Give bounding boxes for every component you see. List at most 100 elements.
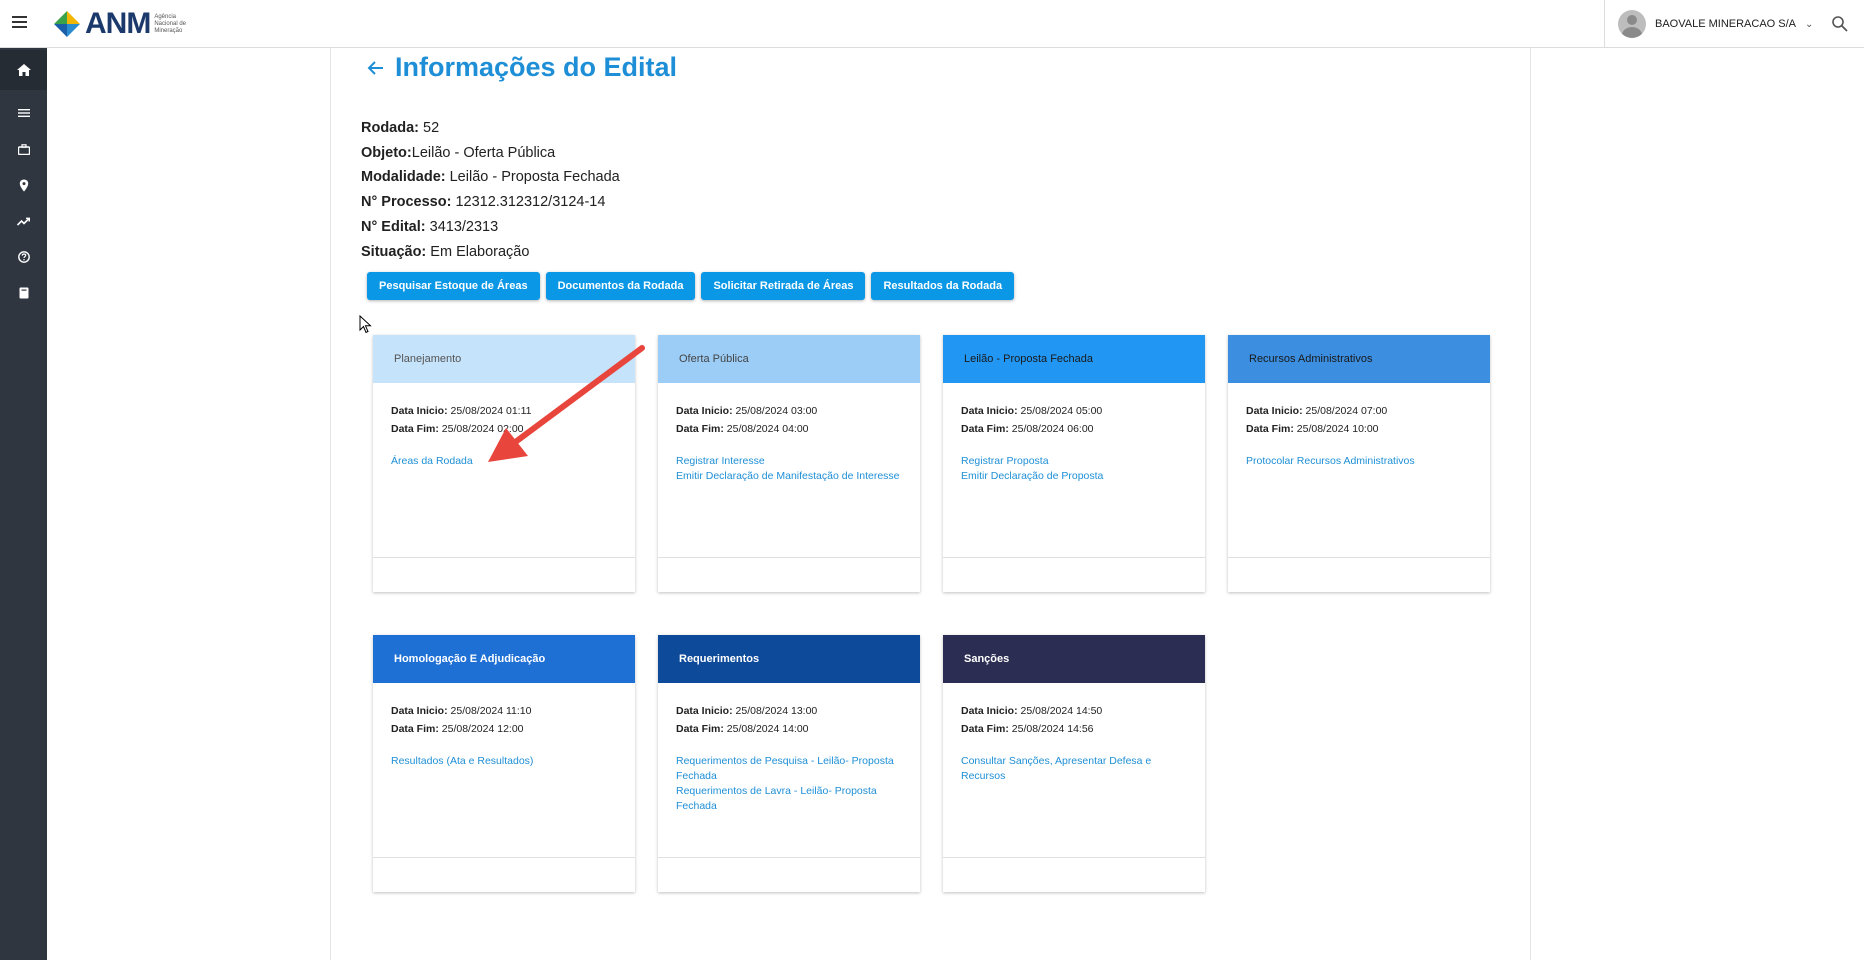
date-label: Data Fim: — [961, 423, 1009, 435]
date-value: 25/08/2024 07:00 — [1302, 405, 1388, 417]
sidebar-item-map[interactable] — [0, 170, 47, 200]
info-modalidade: Modalidade: Leilão - Proposta Fechada — [361, 165, 620, 190]
date-label: Data Inicio: — [961, 405, 1018, 417]
card-links: Requerimentos de Pesquisa - Leilão- Prop… — [676, 754, 902, 814]
phase-card: Planejamento Data Inicio: 25/08/2024 01:1… — [373, 335, 635, 592]
sidebar-item-trends[interactable] — [0, 206, 47, 236]
info-value: 3413/2313 — [425, 218, 499, 235]
card-link[interactable]: Registrar Interesse — [676, 454, 902, 469]
card-title: Sanções — [943, 635, 1205, 683]
phase-card: Recursos Administrativos Data Inicio: 25/… — [1228, 335, 1490, 592]
sidebar-item-briefcase[interactable] — [0, 134, 47, 164]
phase-card: Requerimentos Data Inicio: 25/08/2024 13:… — [658, 635, 920, 892]
page-title: Informações do Edital — [395, 52, 678, 82]
sidebar-item-home[interactable] — [0, 50, 47, 90]
date-value: 25/08/2024 02:00 — [438, 423, 524, 435]
documentos-rodada-button[interactable]: Documentos da Rodada — [545, 272, 696, 300]
top-bar: ANM Agência Nacional de Mineração BAOVAL… — [0, 0, 1864, 48]
card-dates: Data Inicio: 25/08/2024 01:11 Data Fim: 2… — [391, 402, 617, 438]
info-value: Em Elaboração — [426, 243, 530, 260]
card-links: Resultados (Ata e Resultados) — [391, 754, 617, 769]
user-name: BAOVALE MINERACAO S/A — [1655, 18, 1797, 30]
info-situacao: Situação: Em Elaboração — [361, 240, 620, 265]
info-rodada: Rodada: 52 — [361, 116, 620, 141]
phase-card: Oferta Pública Data Inicio: 25/08/2024 03… — [658, 335, 920, 592]
avatar — [1618, 10, 1646, 38]
card-link[interactable]: Requerimentos de Pesquisa - Leilão- Prop… — [676, 754, 902, 784]
card-links: Consultar Sanções, Apresentar Defesa e R… — [961, 754, 1187, 784]
date-label: Data Fim: — [961, 723, 1009, 735]
phase-card: Sanções Data Inicio: 25/08/2024 14:50 Data… — [943, 635, 1205, 892]
back-arrow-icon[interactable] — [364, 56, 388, 80]
card-link[interactable]: Registrar Proposta — [961, 454, 1187, 469]
sidebar-item-list[interactable] — [0, 98, 47, 128]
date-label: Data Inicio: — [676, 705, 733, 717]
date-value: 25/08/2024 12:00 — [438, 723, 524, 735]
pesquisar-estoque-button[interactable]: Pesquisar Estoque de Áreas — [367, 272, 540, 300]
home-icon — [16, 64, 31, 76]
info-label: N° Processo: — [361, 194, 452, 211]
date-fim: Data Fim: 25/08/2024 14:56 — [961, 720, 1187, 738]
date-value: 25/08/2024 01:11 — [447, 405, 532, 417]
info-label: Rodada: — [361, 120, 419, 136]
sidebar — [0, 48, 47, 960]
date-inicio: Data Inicio: 25/08/2024 11:10 — [391, 702, 617, 720]
phase-card: Homologação E Adjudicação Data Inicio: 25… — [373, 635, 635, 892]
sidebar-item-book[interactable] — [0, 278, 47, 308]
card-title: Planejamento — [373, 335, 635, 383]
card-dates: Data Inicio: 25/08/2024 05:00 Data Fim: 2… — [961, 402, 1187, 438]
trending-up-icon — [17, 217, 30, 226]
page-header: Informações do Edital — [364, 52, 677, 83]
card-dates: Data Inicio: 25/08/2024 07:00 Data Fim: 2… — [1246, 402, 1472, 438]
card-link[interactable]: Emitir Declaração de Manifestação de Int… — [676, 469, 902, 484]
date-inicio: Data Inicio: 25/08/2024 05:00 — [961, 402, 1187, 420]
anm-logo[interactable]: ANM Agência Nacional de Mineração — [52, 7, 198, 41]
info-value: 12312.312312/3124-14 — [451, 194, 606, 211]
date-label: Data Inicio: — [1246, 405, 1303, 417]
card-dates: Data Inicio: 25/08/2024 14:50 Data Fim: 2… — [961, 702, 1187, 738]
list-icon — [17, 109, 30, 117]
search-icon[interactable] — [1830, 14, 1850, 34]
info-label: Situação: — [361, 243, 427, 260]
card-link[interactable]: Protocolar Recursos Administrativos — [1246, 454, 1472, 469]
user-menu[interactable]: BAOVALE MINERACAO S/A ⌄ — [1604, 0, 1820, 48]
card-link[interactable]: Áreas da Rodada — [391, 454, 617, 469]
resultados-rodada-button[interactable]: Resultados da Rodada — [871, 272, 1015, 300]
card-footer — [658, 857, 920, 892]
date-value: 25/08/2024 10:00 — [1293, 423, 1379, 435]
card-title: Homologação E Adjudicação — [373, 635, 635, 683]
hamburger-menu-icon[interactable] — [10, 13, 30, 33]
card-footer — [373, 557, 635, 592]
card-link[interactable]: Resultados (Ata e Resultados) — [391, 754, 617, 769]
info-label: Modalidade: — [361, 169, 446, 186]
date-fim: Data Fim: 25/08/2024 14:00 — [676, 720, 902, 738]
solicitar-retirada-button[interactable]: Solicitar Retirada de Áreas — [701, 272, 866, 300]
date-label: Data Fim: — [676, 723, 724, 735]
date-value: 25/08/2024 13:00 — [732, 705, 818, 717]
card-link[interactable]: Emitir Declaração de Proposta — [961, 469, 1187, 484]
briefcase-icon — [17, 143, 30, 155]
card-body: Data Inicio: 25/08/2024 05:00 Data Fim: 2… — [943, 383, 1205, 484]
sidebar-item-help[interactable] — [0, 242, 47, 272]
info-edital: N° Edital: 3413/2313 — [361, 215, 620, 240]
date-label: Data Inicio: — [391, 705, 448, 717]
date-value: 25/08/2024 06:00 — [1008, 423, 1094, 435]
action-buttons: Pesquisar Estoque de Áreas Documentos da… — [367, 272, 1020, 300]
date-fim: Data Fim: 25/08/2024 10:00 — [1246, 420, 1472, 438]
date-value: 25/08/2024 03:00 — [732, 405, 818, 417]
card-dates: Data Inicio: 25/08/2024 11:10 Data Fim: 2… — [391, 702, 617, 738]
card-body: Data Inicio: 25/08/2024 03:00 Data Fim: 2… — [658, 383, 920, 484]
card-link[interactable]: Requerimentos de Lavra - Leilão- Propost… — [676, 784, 902, 814]
date-label: Data Inicio: — [391, 405, 448, 417]
card-link[interactable]: Consultar Sanções, Apresentar Defesa e R… — [961, 754, 1187, 784]
card-links: Registrar Proposta Emitir Declaração de P… — [961, 454, 1187, 484]
card-footer — [658, 557, 920, 592]
date-value: 25/08/2024 14:50 — [1017, 705, 1103, 717]
logo-subtitle: Agência Nacional de Mineração — [154, 13, 187, 34]
date-inicio: Data Inicio: 25/08/2024 03:00 — [676, 402, 902, 420]
logo-text: ANM — [85, 7, 151, 40]
card-links: Áreas da Rodada — [391, 454, 617, 469]
info-value: 52 — [419, 120, 440, 136]
chevron-down-icon: ⌄ — [1805, 18, 1814, 30]
info-label: N° Edital: — [361, 218, 426, 235]
